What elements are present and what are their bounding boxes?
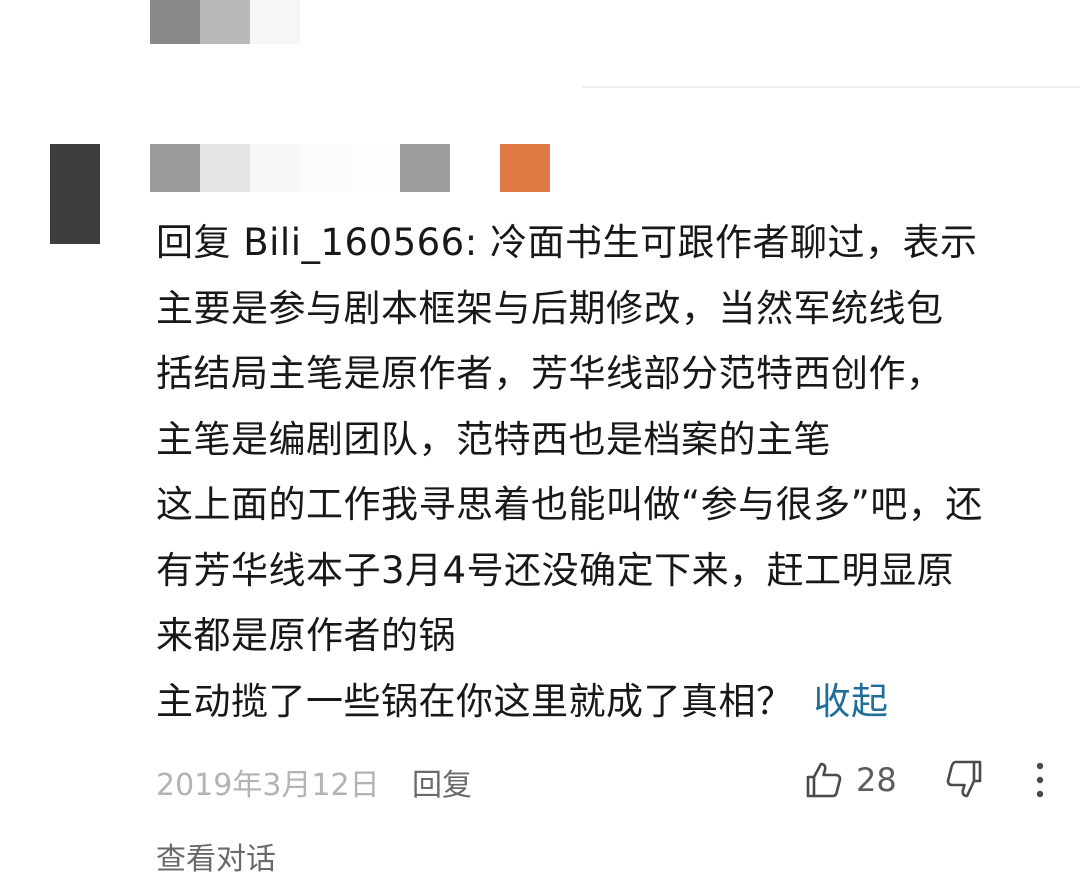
reply-prefix: 回复 Bili_160566: [156,221,490,264]
comment-line: 来都是原作者的锅 [156,614,456,657]
comment-line: 主要是参与剧本框架与后期修改，当然军统线包 [156,286,944,330]
thumbs-up-icon [806,762,842,798]
comment-line: 主动揽了一些锅在你这里就成了真相？ 收起 [156,669,1056,735]
comment-meta: 2019年3月12日 回复 28 [156,756,1056,804]
reply-button[interactable]: 回复 [412,760,472,804]
comment-page: 回复 Bili_160566: 冷面书生可跟作者聊过，表示 主要是参与剧本框架与… [0,0,1080,894]
comment-line: 有芳华线本子3月4号还没确定下来，赶工明显原 [156,548,955,592]
comment-line: 回复 Bili_160566: 冷面书生可跟作者聊过，表示 [156,210,1056,276]
comment-line: 主笔是编剧团队，范特西也是档案的主笔 [156,417,831,461]
like-count: 28 [856,761,897,799]
like-button[interactable]: 28 [804,756,897,804]
comment-divider [582,86,1080,88]
comment-date: 2019年3月12日 [156,768,380,803]
comment-line: 括结局主笔是原作者，芳华线部分范特西创作， [156,352,944,395]
comment-line: 这上面的工作我寻思着也能叫做“参与很多”吧，还 [156,483,983,526]
comment-text: 主动揽了一些锅在你这里就成了真相？ [156,679,794,723]
username-redacted[interactable] [150,144,500,192]
comment-body: 回复 Bili_160566: 冷面书生可跟作者聊过，表示 主要是参与剧本框架与… [156,210,1056,734]
collapse-link[interactable]: 收起 [814,680,889,723]
level-badge [500,144,550,192]
view-conversation-link[interactable]: 查看对话 [156,834,276,878]
previous-comment-username-redacted [150,0,300,44]
thumbs-down-icon[interactable] [944,758,984,802]
avatar[interactable] [50,144,100,244]
more-vertical-icon[interactable] [1028,760,1052,800]
comment-text: 冷面书生可跟作者聊过，表示 [489,221,978,264]
